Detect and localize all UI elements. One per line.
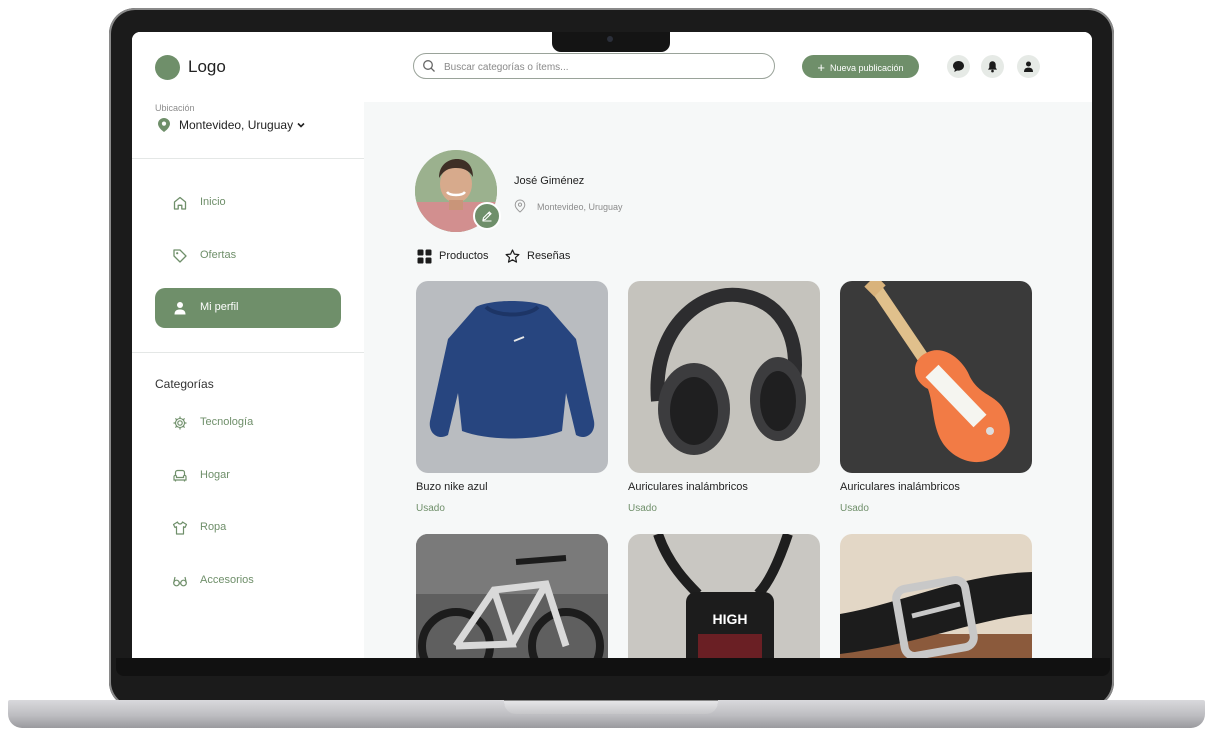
search-input[interactable] [442, 57, 766, 77]
chat-icon [953, 61, 964, 72]
shoulder-bag-image: HIGH [628, 534, 820, 658]
category-item-tecnologia[interactable]: Tecnología [155, 403, 341, 443]
new-post-label: Nueva publicación [830, 63, 904, 73]
category-item-label: Hogar [200, 469, 230, 481]
product-title: Auriculares inalámbricos [840, 481, 960, 493]
logo-text[interactable]: Logo [188, 57, 226, 77]
new-post-button[interactable]: + Nueva publicación [802, 55, 919, 78]
divider [132, 158, 364, 159]
location-label: Ubicación [155, 103, 195, 113]
pencil-icon [482, 211, 492, 222]
location-pin-icon [158, 118, 170, 132]
location-value[interactable]: Montevideo, Uruguay [179, 118, 293, 132]
product-condition: Usado [416, 503, 445, 514]
product-image[interactable] [840, 281, 1032, 473]
laptop-chin [116, 658, 1110, 676]
search-icon [423, 60, 435, 72]
category-item-hogar[interactable]: Hogar [155, 456, 341, 496]
tab-label: Reseñas [527, 250, 571, 262]
sidebar-item-mi-perfil[interactable]: Mi perfil [155, 288, 341, 328]
laptop-opening-notch [504, 700, 718, 714]
location-pin-icon [514, 199, 526, 213]
electric-guitar-image [840, 281, 1032, 473]
tab-productos[interactable]: Productos [417, 248, 497, 266]
user-icon [1024, 61, 1033, 72]
shirt-icon [172, 521, 188, 535]
chat-button[interactable] [947, 55, 970, 78]
account-button[interactable] [1017, 55, 1040, 78]
app-screen: Logo Ubicación Montevideo, Uruguay Inici… [132, 32, 1092, 658]
divider [132, 352, 364, 353]
tag-icon [173, 249, 187, 263]
sidebar-item-label: Mi perfil [200, 301, 239, 313]
category-item-label: Accesorios [200, 574, 254, 586]
plus-icon: + [817, 60, 826, 75]
tab-resenas[interactable]: Reseñas [505, 248, 585, 266]
bicycle-image [416, 534, 608, 658]
product-image[interactable] [628, 281, 820, 473]
product-condition: Usado [840, 503, 869, 514]
user-icon [174, 302, 186, 315]
headphones-image [628, 281, 820, 473]
chevron-down-icon[interactable] [296, 120, 306, 130]
camera-notch [552, 32, 670, 52]
search-bar[interactable] [413, 53, 775, 79]
categories-title: Categorías [155, 377, 214, 391]
product-image[interactable]: HIGH [628, 534, 820, 658]
category-item-accesorios[interactable]: Accesorios [155, 561, 341, 601]
product-title: Auriculares inalámbricos [628, 481, 748, 493]
sidebar: Logo Ubicación Montevideo, Uruguay Inici… [132, 32, 364, 658]
product-title: Buzo nike azul [416, 481, 488, 493]
bell-icon [988, 61, 997, 73]
category-item-label: Ropa [200, 521, 227, 533]
camera-icon [607, 36, 613, 42]
sidebar-item-ofertas[interactable]: Ofertas [155, 236, 341, 276]
product-condition: Usado [628, 503, 657, 514]
grid-icon [417, 249, 432, 264]
notifications-button[interactable] [981, 55, 1004, 78]
armchair-icon [173, 469, 187, 482]
profile-name: José Giménez [514, 175, 585, 187]
product-image[interactable] [416, 281, 608, 473]
sidebar-item-label: Ofertas [200, 249, 237, 261]
svg-text:HIGH: HIGH [713, 611, 748, 627]
sidebar-item-inicio[interactable]: Inicio [155, 183, 341, 223]
star-icon [505, 249, 520, 263]
category-item-label: Tecnología [200, 416, 254, 428]
product-image[interactable] [840, 534, 1032, 658]
leather-belt-image [840, 534, 1032, 658]
edit-avatar-button[interactable] [473, 202, 501, 230]
logo-icon[interactable] [155, 55, 180, 80]
tab-label: Productos [439, 250, 489, 262]
sidebar-item-label: Inicio [200, 196, 226, 208]
glasses-icon [173, 576, 187, 587]
profile-location: Montevideo, Uruguay [537, 202, 623, 212]
home-icon [173, 196, 187, 210]
product-image[interactable] [416, 534, 608, 658]
category-item-ropa[interactable]: Ropa [155, 508, 341, 548]
gear-icon [173, 416, 187, 430]
blue-sweatshirt-image [416, 281, 608, 473]
